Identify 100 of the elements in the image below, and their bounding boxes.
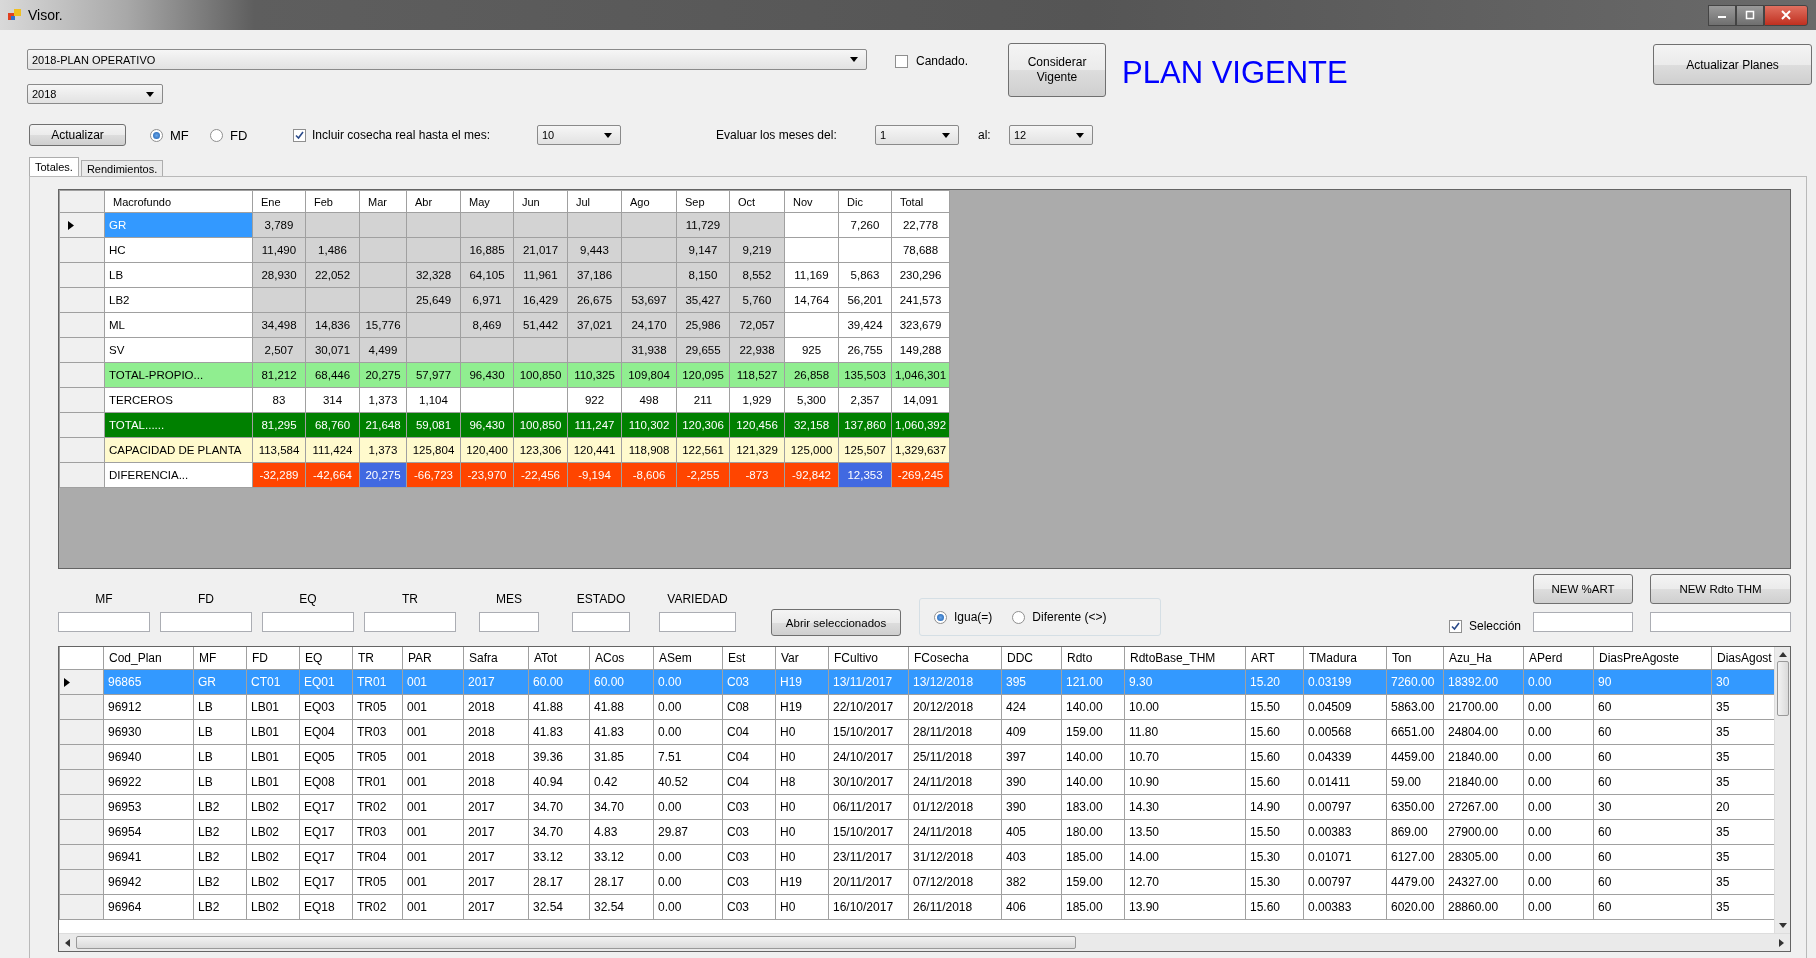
table-cell[interactable]: 185.00: [1061, 844, 1125, 870]
table-cell[interactable]: H0: [775, 819, 829, 845]
column-header[interactable]: FCosecha: [908, 647, 1002, 670]
column-header[interactable]: FCultivo: [828, 647, 909, 670]
table-cell[interactable]: 6651.00: [1386, 719, 1444, 745]
actualizar-button[interactable]: Actualizar: [29, 124, 126, 146]
table-cell[interactable]: 34.70: [589, 794, 654, 820]
table-cell[interactable]: 0.00: [1523, 844, 1594, 870]
table-cell[interactable]: TR03: [352, 719, 403, 745]
table-cell[interactable]: 60: [1593, 769, 1712, 795]
table-cell[interactable]: 96922: [103, 769, 194, 795]
table-cell[interactable]: 001: [402, 844, 464, 870]
table-cell[interactable]: 32.54: [528, 894, 590, 920]
table-cell[interactable]: 29.87: [653, 819, 723, 845]
table-cell[interactable]: C03: [722, 844, 776, 870]
table-cell[interactable]: EQ17: [299, 794, 353, 820]
table-cell[interactable]: 59.00: [1386, 769, 1444, 795]
table-cell[interactable]: H19: [775, 694, 829, 720]
table-cell[interactable]: LB2: [193, 894, 247, 920]
table-cell[interactable]: 0.00: [1523, 819, 1594, 845]
table-cell[interactable]: 0.00797: [1303, 869, 1387, 895]
table-cell[interactable]: 4459.00: [1386, 744, 1444, 770]
table-cell[interactable]: 39.36: [528, 744, 590, 770]
table-cell[interactable]: 0.00: [1523, 719, 1594, 745]
table-cell[interactable]: C08: [722, 694, 776, 720]
checkbox[interactable]: [895, 54, 908, 68]
table-cell[interactable]: 96964: [103, 894, 194, 920]
column-header[interactable]: Cod_Plan: [103, 647, 194, 670]
table-cell[interactable]: 31/12/2018: [908, 844, 1002, 870]
table-cell[interactable]: EQ17: [299, 869, 353, 895]
table-cell[interactable]: 15.60: [1245, 744, 1304, 770]
table-cell[interactable]: 60: [1593, 844, 1712, 870]
table-cell[interactable]: 96941: [103, 844, 194, 870]
table-cell[interactable]: 28305.00: [1443, 844, 1524, 870]
plan-dropdown[interactable]: 2018-PLAN OPERATIVO: [27, 49, 867, 70]
table-cell[interactable]: 140.00: [1061, 694, 1125, 720]
table-cell[interactable]: 27267.00: [1443, 794, 1524, 820]
table-cell[interactable]: 2018: [463, 744, 529, 770]
table-cell[interactable]: 01/12/2018: [908, 794, 1002, 820]
column-header[interactable]: Var: [775, 647, 829, 670]
filter-field[interactable]: [479, 612, 539, 632]
maximize-button[interactable]: [1736, 4, 1764, 26]
table-cell[interactable]: 0.00: [653, 794, 723, 820]
table-cell[interactable]: 22/10/2017: [828, 694, 909, 720]
table-cell[interactable]: 25/11/2018: [908, 744, 1002, 770]
table-cell[interactable]: 40.52: [653, 769, 723, 795]
table-cell[interactable]: 28.17: [589, 869, 654, 895]
scroll-right-icon[interactable]: [1779, 938, 1784, 947]
table-cell[interactable]: C03: [722, 894, 776, 920]
table-cell[interactable]: LB: [193, 744, 247, 770]
table-cell[interactable]: C03: [722, 794, 776, 820]
considerar-vigente-button[interactable]: Considerar Vigente: [1008, 43, 1107, 97]
table-cell[interactable]: 0.00: [1523, 744, 1594, 770]
table-cell[interactable]: 15/10/2017: [828, 819, 909, 845]
filter-field[interactable]: [572, 612, 630, 632]
table-cell[interactable]: 869.00: [1386, 819, 1444, 845]
table-cell[interactable]: TR05: [352, 744, 403, 770]
table-cell[interactable]: 2018: [463, 694, 529, 720]
table-cell[interactable]: 390: [1001, 769, 1062, 795]
table-cell[interactable]: 406: [1001, 894, 1062, 920]
column-header[interactable]: Dic: [838, 190, 892, 213]
table-cell[interactable]: 11.80: [1124, 719, 1246, 745]
new-button[interactable]: NEW Rdto THM: [1650, 574, 1791, 604]
table-cell[interactable]: LB01: [246, 744, 300, 770]
table-cell[interactable]: 001: [402, 719, 464, 745]
table-cell[interactable]: LB02: [246, 894, 300, 920]
table-cell[interactable]: H0: [775, 844, 829, 870]
table-cell[interactable]: 13.50: [1124, 819, 1246, 845]
table-cell[interactable]: 0.00: [653, 844, 723, 870]
table-cell[interactable]: 06/11/2017: [828, 794, 909, 820]
radio-button[interactable]: [934, 610, 947, 624]
table-cell[interactable]: 0.00: [1523, 794, 1594, 820]
table-cell[interactable]: 183.00: [1061, 794, 1125, 820]
column-header[interactable]: Ago: [621, 190, 677, 213]
table-cell[interactable]: 60: [1593, 694, 1712, 720]
table-cell[interactable]: 001: [402, 894, 464, 920]
column-header[interactable]: MF: [193, 647, 247, 670]
column-header[interactable]: Ene: [252, 190, 306, 213]
table-cell[interactable]: EQ04: [299, 719, 353, 745]
column-header[interactable]: Oct: [729, 190, 785, 213]
filter-field[interactable]: [262, 612, 354, 632]
table-cell[interactable]: 23/11/2017: [828, 844, 909, 870]
column-header[interactable]: FD: [246, 647, 300, 670]
table-cell[interactable]: LB2: [193, 869, 247, 895]
table-cell[interactable]: 96954: [103, 819, 194, 845]
table-cell[interactable]: 26/11/2018: [908, 894, 1002, 920]
table-cell[interactable]: 001: [402, 869, 464, 895]
table-cell[interactable]: 15.50: [1245, 819, 1304, 845]
table-cell[interactable]: LB: [193, 719, 247, 745]
table-cell[interactable]: 40.94: [528, 769, 590, 795]
table-cell[interactable]: TR02: [352, 794, 403, 820]
table-cell[interactable]: 96942: [103, 869, 194, 895]
column-header[interactable]: Ton: [1386, 647, 1444, 670]
table-cell[interactable]: H0: [775, 744, 829, 770]
table-cell[interactable]: LB01: [246, 769, 300, 795]
column-header[interactable]: DDC: [1001, 647, 1062, 670]
table-cell[interactable]: LB2: [193, 844, 247, 870]
table-cell[interactable]: EQ08: [299, 769, 353, 795]
table-cell[interactable]: 159.00: [1061, 719, 1125, 745]
table-cell[interactable]: 0.00: [1523, 869, 1594, 895]
